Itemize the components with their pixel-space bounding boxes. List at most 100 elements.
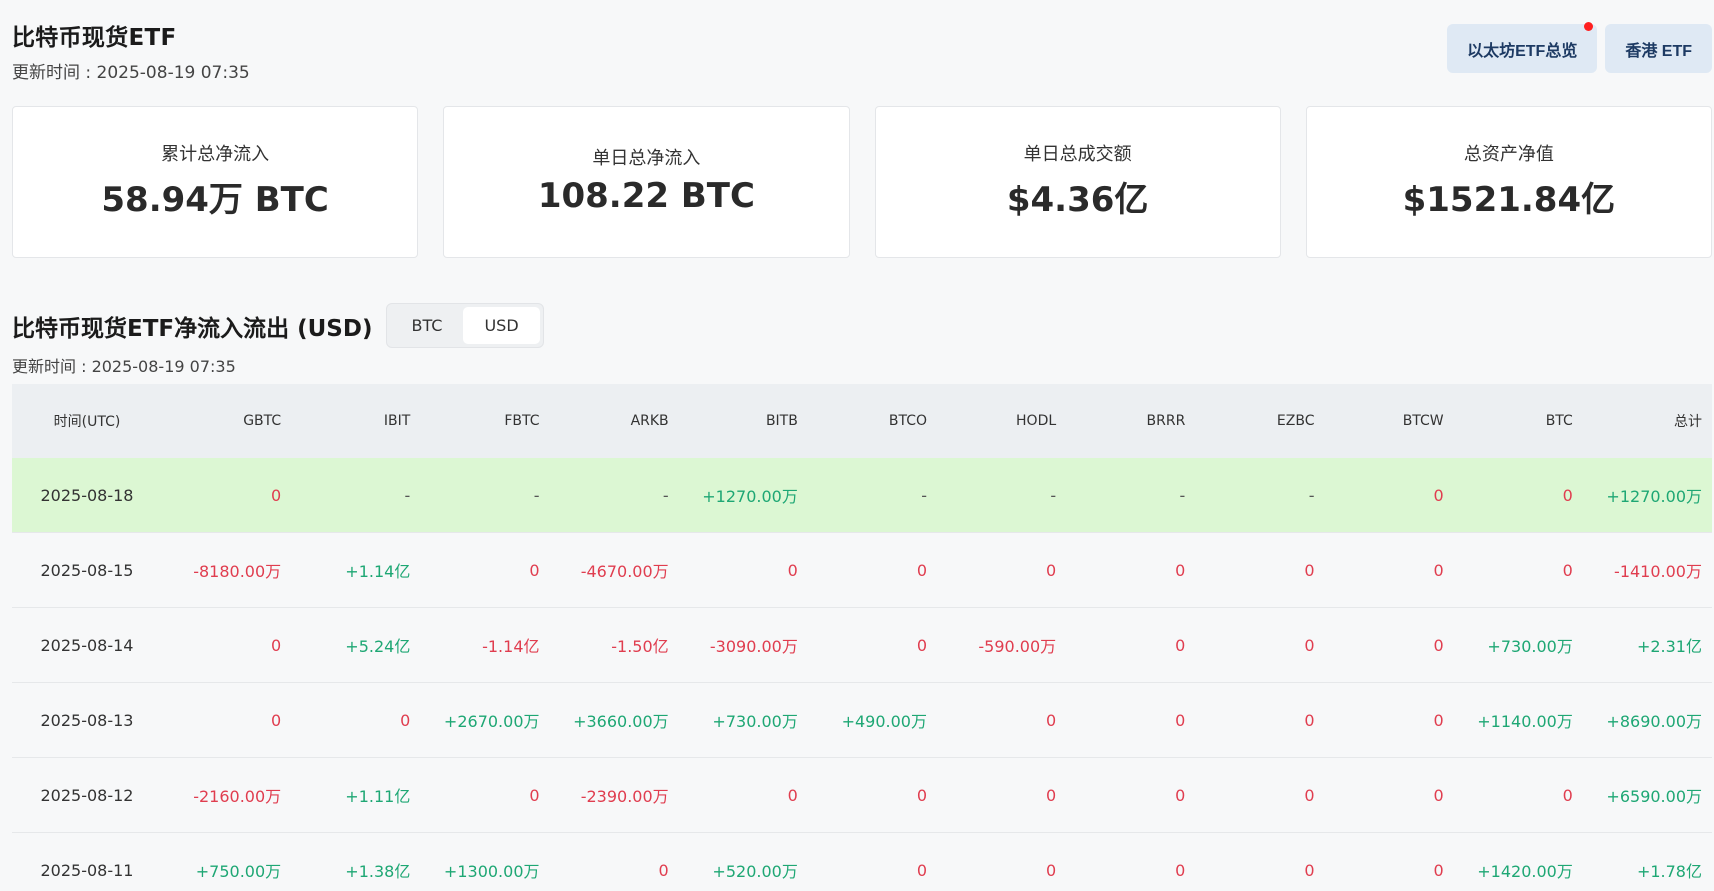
flow-cell: +1.78亿 (1636, 862, 1702, 881)
flow-cell: 0 (658, 860, 669, 880)
flow-cell: +730.00万 (1487, 637, 1573, 656)
flow-cell: - (921, 485, 927, 505)
table-header: 时间(UTC) GBTC IBIT FBTC ARKB BITB BTCO HODL BRRR E… (12, 384, 1712, 458)
flow-cell: +1270.00万 (702, 487, 798, 506)
flow-cell: 0 (1304, 860, 1315, 880)
flow-cell: +1.11亿 (345, 787, 411, 806)
table-row: 2025-08-15 -8180.00万 +1.14亿 0 -4670.00万 0 0 0 0 0… (12, 533, 1712, 608)
date-cell: 2025-08-12 (40, 785, 134, 805)
eth-etf-overview-button[interactable]: 以太坊ETF总览 (1447, 22, 1598, 73)
column-header: HODL (1016, 413, 1057, 429)
date-cell: 2025-08-13 (40, 710, 134, 730)
flow-cell: -3090.00万 (709, 637, 798, 656)
flow-cell: 0 (1304, 710, 1315, 730)
table-row: 2025-08-14 0 +5.24亿 -1.14亿 -1.50亿 -3090.00万 0 -… (12, 608, 1712, 683)
stat-label: 累计总净流入 (161, 143, 270, 165)
flow-cell: - (533, 485, 540, 505)
flow-cell: 0 (1433, 785, 1444, 805)
column-header: BITB (765, 413, 798, 429)
flow-cell: 0 (1175, 560, 1186, 580)
page-title: 比特币现货ETF (12, 25, 177, 51)
flow-cell: +1270.00万 (1606, 487, 1702, 506)
flow-cell: 0 (916, 860, 927, 880)
flow-cell: +750.00万 (195, 862, 282, 881)
flow-cell: 0 (270, 710, 282, 730)
table-row: 2025-08-18 0 - - - +1270.00万 - - - - 0 0 +1270.00万 (12, 458, 1712, 533)
stat-value: $4.36亿 (1006, 179, 1149, 220)
flow-cell: 0 (1045, 785, 1057, 805)
flow-cell: +730.00万 (712, 712, 798, 731)
flow-cell: +3660.00万 (573, 712, 669, 731)
flow-cell: 0 (270, 635, 282, 655)
flows-update-time: 更新时间 : 2025-08-19 07:35 (12, 357, 236, 376)
flow-cell: +520.00万 (712, 862, 798, 881)
flows-section-header: 比特币现货ETF净流入流出 (USD) BTC USD (12, 303, 544, 348)
flow-cell: 0 (529, 560, 540, 580)
flow-cell: +6590.00万 (1606, 787, 1702, 806)
flow-cell: -590.00万 (978, 637, 1057, 656)
flow-cell: 0 (1175, 710, 1186, 730)
flow-cell: 0 (1433, 710, 1444, 730)
column-header: 总计 (1674, 414, 1702, 430)
stat-card-daily-volume: 单日总成交额 $4.36亿 (874, 106, 1281, 258)
date-cell: 2025-08-15 (40, 560, 134, 580)
flow-cell: 0 (1304, 785, 1315, 805)
flow-cell: - (1050, 485, 1057, 505)
stat-value: $1521.84亿 (1402, 179, 1616, 220)
flow-cell: +5.24亿 (345, 637, 411, 656)
toggle-btc[interactable]: BTC (390, 307, 463, 344)
flow-cell: 0 (916, 785, 927, 805)
top-button-group: 以太坊ETF总览 香港 ETF (1447, 22, 1712, 73)
hk-etf-label: 香港 ETF (1625, 42, 1692, 60)
column-header: BRRR (1146, 413, 1186, 429)
flow-cell: 0 (1433, 485, 1444, 505)
flow-cell: 0 (529, 785, 540, 805)
flow-cell: +1.38亿 (345, 862, 411, 881)
flow-cell: - (1179, 485, 1186, 505)
notification-dot (1584, 22, 1594, 31)
column-header: 时间(UTC) (53, 414, 121, 430)
flow-cell: -2390.00万 (580, 787, 669, 806)
column-header: BTCO (888, 413, 927, 429)
flow-cell: +1420.00万 (1477, 862, 1573, 881)
toggle-usd[interactable]: USD (463, 307, 540, 344)
flow-cell: 0 (270, 485, 282, 505)
update-time: 更新时间 : 2025-08-19 07:35 (12, 63, 250, 83)
flow-cell: -1410.00万 (1614, 562, 1702, 581)
date-cell: 2025-08-14 (40, 635, 134, 655)
stats-row: 累计总净流入 58.94万 BTC 单日总净流入 108.22 BTC 单日总成… (12, 106, 1712, 258)
flow-cell: 0 (1175, 635, 1186, 655)
flow-cell: +2.31亿 (1636, 637, 1702, 656)
stat-card-cumulative-inflow: 累计总净流入 58.94万 BTC (12, 106, 419, 258)
flows-title: 比特币现货ETF净流入流出 (USD) (12, 315, 373, 342)
hk-etf-button[interactable]: 香港 ETF (1605, 24, 1712, 73)
table-row: 2025-08-11 +750.00万 +1.38亿 +1300.00万 0 +520.0… (12, 833, 1712, 891)
stat-label: 总资产净值 (1463, 143, 1554, 165)
flow-cell: - (1308, 485, 1315, 505)
column-header: FBTC (504, 413, 540, 429)
flow-cell: 0 (1433, 860, 1444, 880)
stat-label: 单日总成交额 (1023, 143, 1132, 165)
stat-label: 单日总净流入 (592, 148, 701, 169)
flow-cell: 0 (1175, 785, 1186, 805)
flow-cell: 0 (1433, 635, 1444, 655)
stat-value: 58.94万 BTC (101, 179, 329, 220)
table-row: 2025-08-13 0 0 +2670.00万 +3660.00万 +730.00万 +4… (12, 683, 1712, 758)
page-header: 比特币现货ETF 更新时间 : 2025-08-19 07:35 (12, 18, 250, 83)
currency-toggle: BTC USD (386, 303, 544, 348)
flow-cell: +490.00万 (841, 712, 927, 731)
flow-cell: +8690.00万 (1606, 712, 1702, 731)
date-cell: 2025-08-18 (40, 485, 134, 505)
flow-cell: - (404, 485, 411, 505)
table-body: 2025-08-18 0 - - - +1270.00万 - - - - 0 0 +1270.00万 20… (12, 458, 1712, 891)
flow-cell: 0 (1304, 635, 1315, 655)
flow-cell: -2160.00万 (193, 787, 282, 806)
stat-card-daily-inflow: 单日总净流入 108.22 BTC (443, 106, 850, 258)
flow-cell: - (662, 485, 669, 505)
flow-cell: -1.14亿 (482, 637, 540, 656)
flow-cell: 0 (916, 560, 927, 580)
stat-card-total-nav: 总资产净值 $1521.84亿 (1305, 106, 1712, 258)
column-header: BTCW (1402, 413, 1444, 429)
flow-cell: -4670.00万 (580, 562, 669, 581)
flow-cell: 0 (916, 635, 927, 655)
